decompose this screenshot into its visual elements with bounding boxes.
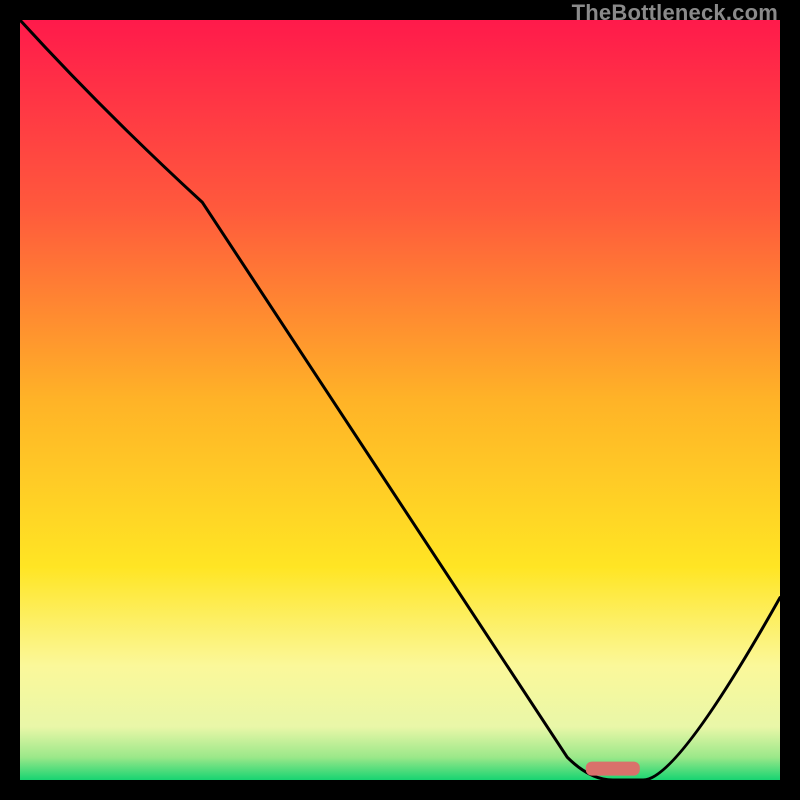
optimal-marker [586, 762, 640, 776]
bottleneck-chart [20, 20, 780, 780]
watermark-text: TheBottleneck.com [572, 0, 778, 26]
chart-background-gradient [20, 20, 780, 780]
